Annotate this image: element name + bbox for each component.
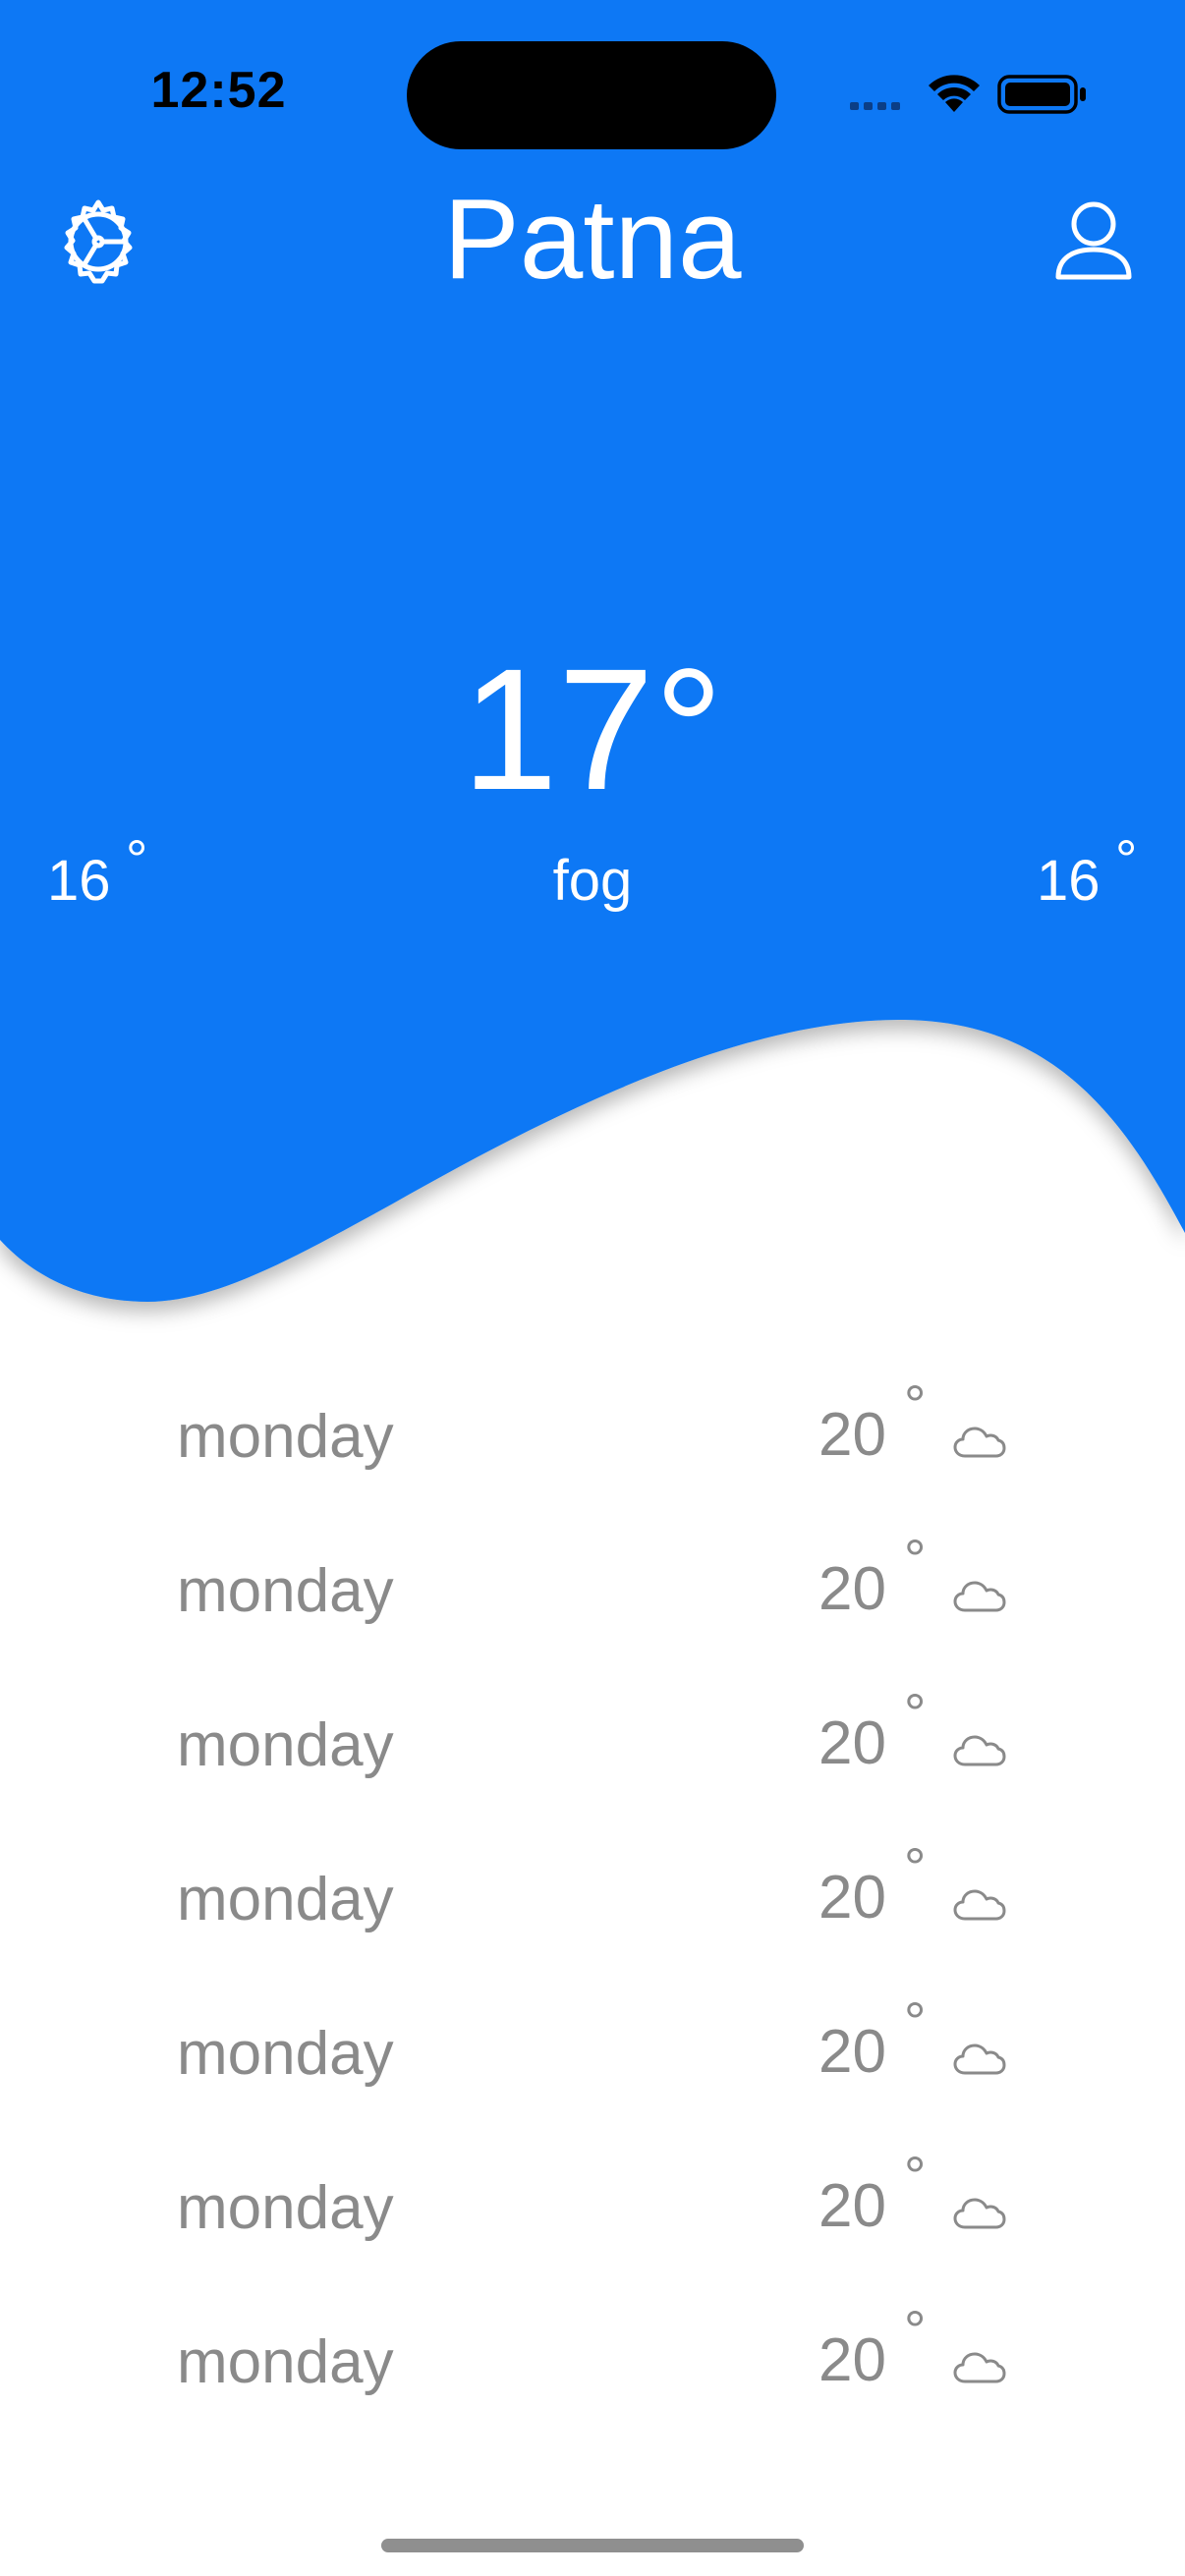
status-icons xyxy=(845,71,1091,120)
forecast-degree: ° xyxy=(904,1528,927,1590)
forecast-day: monday xyxy=(177,2174,394,2242)
cellular-signal-icon xyxy=(850,102,909,110)
forecast-day: monday xyxy=(177,1557,394,1625)
forecast-degree: ° xyxy=(904,2299,927,2361)
home-indicator[interactable] xyxy=(381,2539,804,2552)
min-temperature-degree: ° xyxy=(126,828,148,890)
weather-screen: 12:52 Patna 17° 16 ° fog 16 ° monday 20 … xyxy=(0,0,1185,2576)
current-temperature: 17° xyxy=(461,634,724,826)
forecast-temp: 20 xyxy=(818,2018,886,2086)
forecast-row[interactable]: monday 20 ° xyxy=(0,2281,1185,2436)
forecast-temp: 20 xyxy=(818,2326,886,2394)
forecast-degree: ° xyxy=(904,1373,927,1435)
forecast-row[interactable]: monday 20 ° xyxy=(0,1973,1185,2127)
max-temperature-degree: ° xyxy=(1115,828,1138,890)
forecast-row[interactable]: monday 20 ° xyxy=(0,2127,1185,2281)
forecast-row[interactable]: monday 20 ° xyxy=(0,1819,1185,1973)
cloud-icon xyxy=(953,2044,1006,2075)
cloud-icon xyxy=(953,1735,1006,1766)
forecast-day: monday xyxy=(177,1866,394,1933)
gear-icon xyxy=(64,199,133,284)
max-temperature: 16 ° xyxy=(1037,828,1174,916)
forecast-temp: 20 xyxy=(818,1401,886,1469)
forecast-degree: ° xyxy=(904,1990,927,2052)
forecast-degree: ° xyxy=(904,1682,927,1744)
max-temperature-value: 16 xyxy=(1037,849,1100,913)
min-temperature: 16 ° xyxy=(47,828,185,916)
forecast-row[interactable]: monday 20 ° xyxy=(0,1510,1185,1664)
cloud-icon xyxy=(953,1581,1006,1612)
profile-button[interactable] xyxy=(1046,196,1141,291)
forecast-day: monday xyxy=(177,2020,394,2088)
forecast-degree: ° xyxy=(904,2145,927,2207)
wifi-icon xyxy=(929,75,980,112)
forecast-temp: 20 xyxy=(818,2172,886,2240)
cloud-icon xyxy=(953,2198,1006,2229)
min-temperature-value: 16 xyxy=(47,849,111,913)
settings-button[interactable] xyxy=(51,196,145,291)
cloud-icon xyxy=(953,1889,1006,1921)
forecast-row[interactable]: monday 20 ° xyxy=(0,1664,1185,1819)
weather-condition: fog xyxy=(552,849,633,913)
forecast-temp: 20 xyxy=(818,1864,886,1932)
forecast-temp: 20 xyxy=(818,1555,886,1623)
forecast-temp: 20 xyxy=(818,1709,886,1777)
forecast-day: monday xyxy=(177,1403,394,1471)
status-time: 12:52 xyxy=(150,62,287,119)
battery-icon xyxy=(997,75,1086,114)
forecast-day: monday xyxy=(177,2328,394,2396)
cloud-icon xyxy=(953,2352,1006,2383)
cloud-icon xyxy=(953,1427,1006,1458)
forecast-row[interactable]: monday 20 ° xyxy=(0,1356,1185,1510)
city-title: Patna xyxy=(443,175,742,303)
forecast-day: monday xyxy=(177,1711,394,1779)
person-icon xyxy=(1055,201,1132,280)
dynamic-island xyxy=(407,41,776,149)
forecast-degree: ° xyxy=(904,1836,927,1898)
